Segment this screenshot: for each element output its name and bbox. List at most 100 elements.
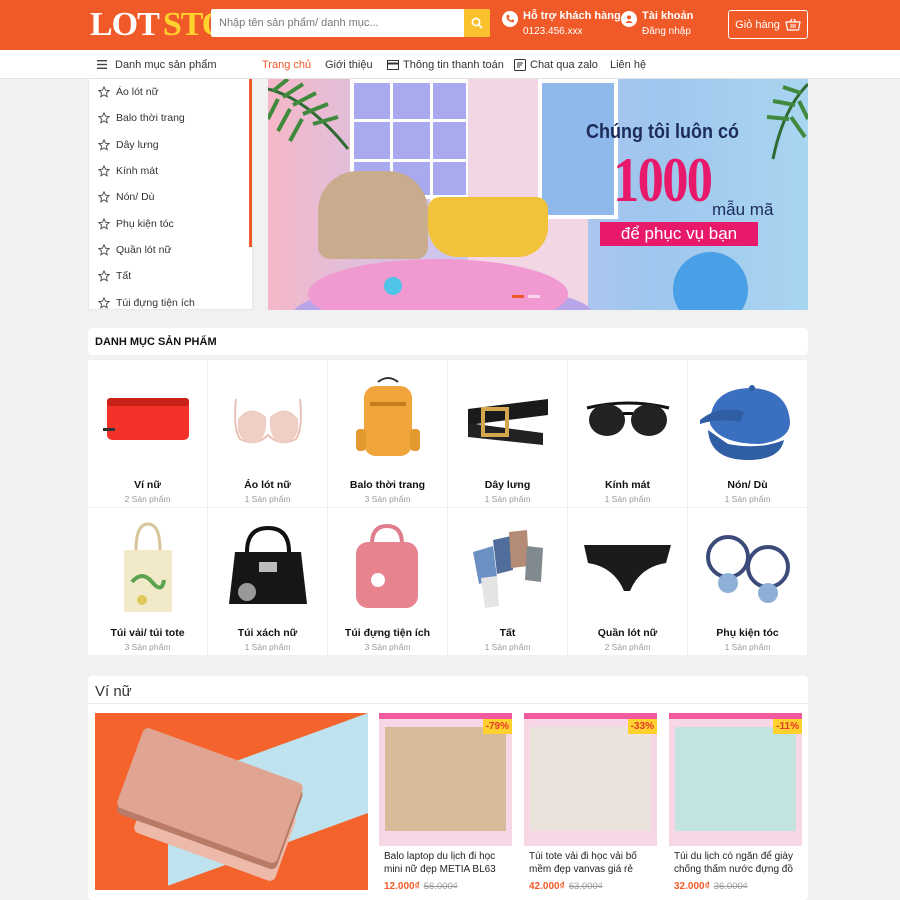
category-name[interactable]: Nón/ Dù xyxy=(688,479,807,491)
product-card[interactable]: -79% Balo laptop du lịch đi học mini nữ đ… xyxy=(379,713,512,892)
cart-label: Giỏ hàng xyxy=(735,18,780,31)
discount-badge: -79% xyxy=(482,719,512,734)
account-info[interactable]: Tài khoản Đăng nhập xyxy=(621,9,693,39)
category-count: 3 Sản phẩm xyxy=(124,642,171,652)
category-card[interactable]: Phụ kiện tóc 1 Sản phẩm xyxy=(688,508,807,655)
main-nav: Danh mục sản phẩm Trang chủ Giới thiệu T… xyxy=(0,50,900,79)
sidebar-item[interactable]: Túi đựng tiện ích xyxy=(89,289,252,309)
star-icon xyxy=(98,270,110,282)
sidebar-item-label: Túi đựng tiện ích xyxy=(116,296,195,309)
sidebar-item[interactable]: Balo thời trang xyxy=(89,105,252,131)
category-name[interactable]: Balo thời trang xyxy=(328,479,447,491)
sidebar-item[interactable]: Phụ kiện tóc xyxy=(89,210,252,236)
sidebar-item-label: Quần lót nữ xyxy=(116,243,172,256)
search-input[interactable] xyxy=(211,9,464,37)
star-icon xyxy=(98,217,110,230)
section-feature-image[interactable] xyxy=(95,713,368,890)
sidebar-item[interactable]: Áo lót nữ xyxy=(89,79,252,105)
account-login-link[interactable]: Đăng nhập xyxy=(642,24,693,39)
bra-icon[interactable] xyxy=(208,360,327,478)
banner-line3: mẫu mã xyxy=(712,200,774,219)
category-grid: Ví nữ 2 Sản phẩm Áo lót nữ 1 Sản phẩm Balo t… xyxy=(88,360,808,655)
cap-icon[interactable] xyxy=(688,360,807,478)
category-card[interactable]: Quần lót nữ 2 Sản phẩm xyxy=(568,508,687,655)
nav-zalo-chat[interactable]: Chat qua zalo xyxy=(514,50,598,79)
product-card[interactable]: -33% Túi tote vải đi học vải bố mềm đẹp v… xyxy=(524,713,657,892)
category-menu-toggle[interactable]: Danh mục sản phẩm xyxy=(97,50,217,79)
category-card[interactable]: Túi đựng tiện ích 3 Sản phẩm xyxy=(328,508,447,655)
sidebar-item[interactable]: Kính mát xyxy=(89,158,252,184)
search-button[interactable] xyxy=(464,9,490,37)
nav-about[interactable]: Giới thiệu xyxy=(325,50,373,79)
backpack-icon[interactable] xyxy=(328,360,447,478)
socks-icon[interactable] xyxy=(448,508,567,626)
discount-badge: -11% xyxy=(773,719,802,734)
sidebar-scrollbar[interactable] xyxy=(249,79,252,247)
phone-icon xyxy=(502,11,518,27)
category-count: 1 Sản phẩm xyxy=(724,494,771,504)
sunglasses-icon[interactable] xyxy=(568,360,687,478)
sidebar-item[interactable]: Quần lót nữ xyxy=(89,237,252,263)
product-name[interactable]: Balo laptop du lịch đi học mini nữ đẹp M… xyxy=(379,850,512,876)
category-card[interactable]: Ví nữ 2 Sản phẩm xyxy=(88,360,207,507)
nav-home[interactable]: Trang chủ xyxy=(262,50,311,79)
category-sidebar: Áo lót nữ Balo thời trang Dây lưng Kính mát… xyxy=(88,79,253,310)
tote-icon[interactable] xyxy=(88,508,207,626)
category-name[interactable]: Tất xyxy=(448,627,567,639)
section-title[interactable]: Ví nữ xyxy=(95,683,132,700)
category-count: 1 Sản phẩm xyxy=(604,494,651,504)
product-image[interactable]: -33% xyxy=(524,713,657,846)
star-icon xyxy=(98,296,110,309)
sidebar-item[interactable]: Tất xyxy=(89,263,252,289)
product-card[interactable]: -11% Túi du lịch có ngăn để giày chống th… xyxy=(669,713,802,892)
handbag-icon[interactable] xyxy=(208,508,327,626)
hair-tie-icon[interactable] xyxy=(688,508,807,626)
banner-dot[interactable] xyxy=(528,295,540,298)
category-name[interactable]: Túi xách nữ xyxy=(208,627,327,639)
panties-icon[interactable] xyxy=(568,508,687,626)
belt-icon[interactable] xyxy=(448,360,567,478)
support-info[interactable]: Hỗ trợ khách hàng 0123.456.xxx xyxy=(502,9,621,39)
card-icon xyxy=(387,59,399,70)
nav-contact[interactable]: Liên hệ xyxy=(610,50,646,79)
star-icon xyxy=(98,243,110,256)
category-name[interactable]: Túi đựng tiện ích xyxy=(328,627,447,639)
banner-sphere xyxy=(673,252,748,310)
category-card[interactable]: Túi vải/ túi tote 3 Sản phẩm xyxy=(88,508,207,655)
category-card[interactable]: Kính mát 1 Sản phẩm xyxy=(568,360,687,507)
product-price-current: 32.000₫ xyxy=(674,881,710,892)
sidebar-item-label: Tất xyxy=(116,270,132,283)
category-name[interactable]: Quần lót nữ xyxy=(568,627,687,639)
category-name[interactable]: Kính mát xyxy=(568,479,687,491)
category-card[interactable]: Áo lót nữ 1 Sản phẩm xyxy=(208,360,327,507)
wallet-icon[interactable] xyxy=(88,360,207,478)
sidebar-item-label: Kính mát xyxy=(116,165,159,178)
cart-button[interactable]: Giỏ hàng xyxy=(728,10,808,39)
sidebar-item[interactable]: Dây lưng xyxy=(89,132,252,158)
banner-line1: Chúng tôi luôn có xyxy=(586,121,739,143)
category-card[interactable]: Nón/ Dù 1 Sản phẩm xyxy=(688,360,807,507)
category-name[interactable]: Áo lót nữ xyxy=(208,479,327,491)
support-phone[interactable]: 0123.456.xxx xyxy=(523,24,621,39)
product-name[interactable]: Túi tote vải đi học vải bố mềm đẹp vanva… xyxy=(524,850,657,876)
category-card[interactable]: Balo thời trang 3 Sản phẩm xyxy=(328,360,447,507)
category-card[interactable]: Túi xách nữ 1 Sản phẩm xyxy=(208,508,327,655)
category-card[interactable]: Dây lưng 1 Sản phẩm xyxy=(448,360,567,507)
star-icon xyxy=(98,165,110,177)
category-name[interactable]: Túi vải/ túi tote xyxy=(88,627,207,639)
product-image[interactable]: -79% xyxy=(379,713,512,846)
lunchbag-icon[interactable] xyxy=(328,508,447,626)
nav-payment-info[interactable]: Thông tin thanh toán xyxy=(387,50,504,79)
product-name[interactable]: Túi du lịch có ngăn để giày chống thấm n… xyxy=(669,850,802,876)
category-name[interactable]: Dây lưng xyxy=(448,479,567,491)
sidebar-item[interactable]: Nón/ Dù xyxy=(89,184,252,210)
category-section-title: DANH MỤC SẢN PHẨM xyxy=(88,328,808,355)
product-image[interactable]: -11% xyxy=(669,713,802,846)
category-card[interactable]: Tất 1 Sản phẩm xyxy=(448,508,567,655)
banner-window-right xyxy=(538,79,618,219)
category-name[interactable]: Ví nữ xyxy=(88,479,207,491)
category-name[interactable]: Phụ kiện tóc xyxy=(688,627,807,639)
category-count: 1 Sản phẩm xyxy=(484,642,531,652)
hero-banner[interactable]: Chúng tôi luôn có 1000 mẫu mã để phục vụ… xyxy=(268,79,808,310)
banner-dot[interactable] xyxy=(512,295,524,298)
